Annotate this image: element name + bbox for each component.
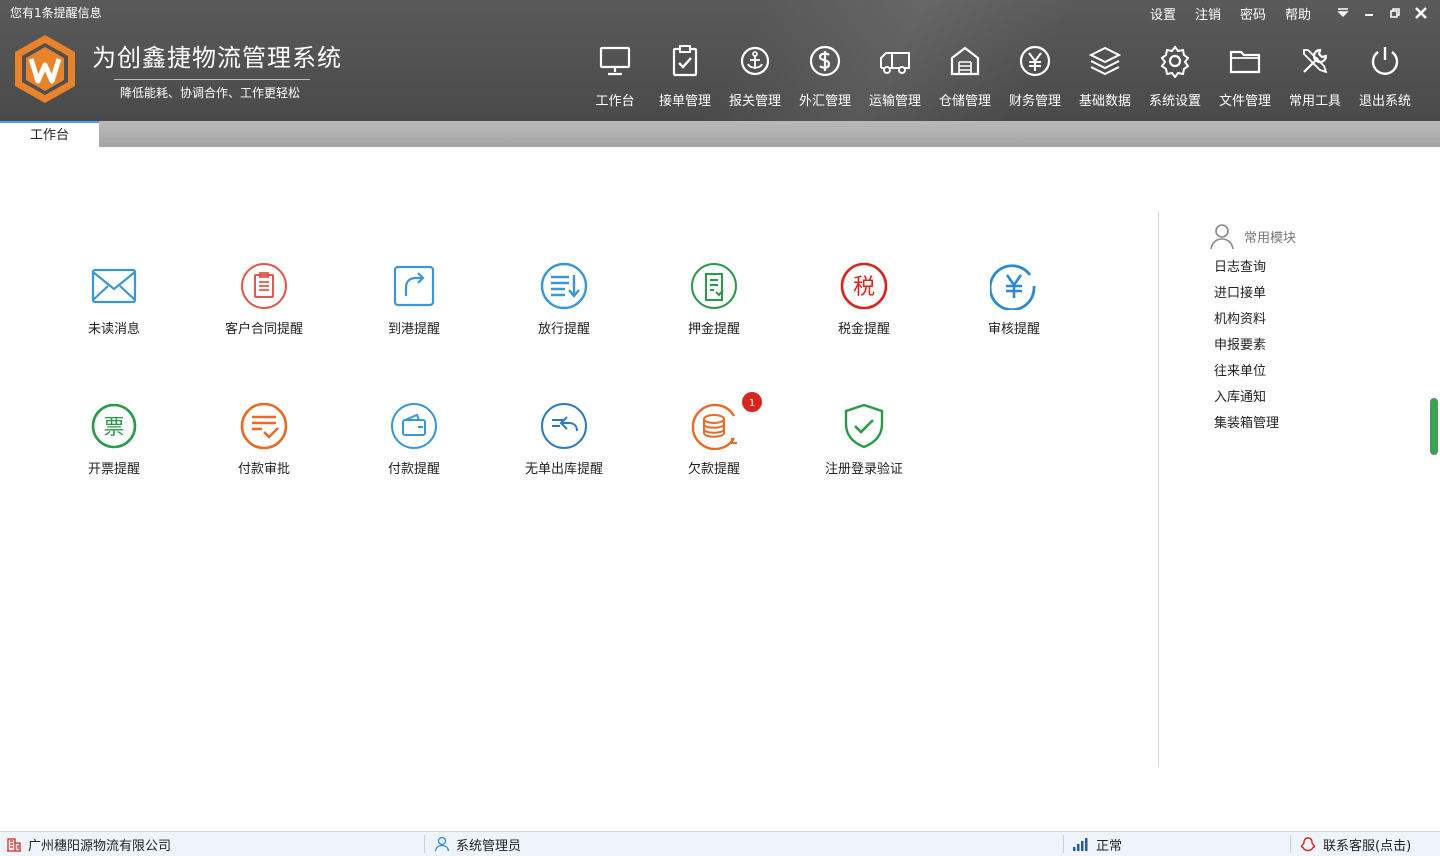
reminder-arrears[interactable]: 1 欠款提醒 xyxy=(654,390,774,482)
reminder-tax[interactable]: 税 税金提醒 xyxy=(804,262,924,342)
outbound-icon xyxy=(541,403,587,449)
user-icon xyxy=(1210,224,1234,250)
layers-icon xyxy=(1088,46,1122,76)
common-modules-title: 常用模块 xyxy=(1244,230,1297,246)
shortcut-log-query[interactable]: 日志查询 xyxy=(1214,258,1279,284)
shortcut-import-order[interactable]: 进口接单 xyxy=(1214,284,1279,310)
status-user: 系统管理员 xyxy=(434,832,521,856)
help-link[interactable]: 帮助 xyxy=(1285,4,1311,23)
deposit-icon xyxy=(691,263,737,309)
svg-text:税: 税 xyxy=(853,275,875,300)
app-title: 为创鑫捷物流管理系统 xyxy=(92,44,342,72)
status-contact-support[interactable]: 联系客服(点击) xyxy=(1299,832,1411,856)
close-icon[interactable] xyxy=(1408,2,1434,24)
tab-bar: 工作台 xyxy=(0,121,1440,147)
shield-check-icon xyxy=(844,403,884,449)
reminder-arrival[interactable]: 到港提醒 xyxy=(354,262,474,342)
nav-forex-management[interactable]: 外汇管理 xyxy=(790,38,860,114)
status-company: 广州穗阳源物流有限公司 xyxy=(6,832,171,856)
nav-transport-management[interactable]: 运输管理 xyxy=(860,38,930,114)
title-divider xyxy=(114,79,310,80)
settings-link[interactable]: 设置 xyxy=(1150,4,1176,23)
nav-warehouse-management[interactable]: 仓储管理 xyxy=(930,38,1000,114)
status-separator xyxy=(1063,835,1064,853)
reminder-payment-approval[interactable]: 付款审批 xyxy=(204,402,324,482)
arrears-count-badge: 1 xyxy=(740,390,764,414)
top-links: 设置 注销 密码 帮助 xyxy=(1150,2,1440,24)
status-separator xyxy=(424,835,425,853)
tab-workbench[interactable]: 工作台 xyxy=(0,121,99,147)
reminder-unread-messages[interactable]: 未读消息 xyxy=(54,262,174,342)
truck-icon xyxy=(880,52,910,74)
shortcut-declaration-elements[interactable]: 申报要素 xyxy=(1214,336,1279,362)
logout-link[interactable]: 注销 xyxy=(1195,4,1221,23)
coins-icon xyxy=(691,403,737,451)
restore-icon[interactable] xyxy=(1382,2,1408,24)
tools-icon xyxy=(1303,48,1328,74)
reminder-release[interactable]: 放行提醒 xyxy=(504,262,624,342)
svg-text:票: 票 xyxy=(104,415,125,439)
mail-icon xyxy=(91,268,137,304)
reminder-registration-verify[interactable]: 注册登录验证 xyxy=(804,402,924,482)
module-nav: 工作台 接单管理 报关管理 外汇管理 运输管理 仓储管理 财务管理 基础数据 系… xyxy=(580,38,1420,114)
common-modules-header: 常用模块 xyxy=(1208,222,1296,250)
clipboard-check-icon xyxy=(672,45,698,77)
status-bar: 广州穗阳源物流有限公司 系统管理员 正常 联系客服(点击) xyxy=(0,831,1440,856)
nav-customs-management[interactable]: 报关管理 xyxy=(720,38,790,114)
nav-base-data[interactable]: 基础数据 xyxy=(1070,38,1140,114)
reminder-invoice[interactable]: 票 开票提醒 xyxy=(54,402,174,482)
reminder-customer-contract[interactable]: 客户合同提醒 xyxy=(204,262,324,342)
release-icon xyxy=(540,262,588,310)
nav-system-settings[interactable]: 系统设置 xyxy=(1140,38,1210,114)
app-subtitle: 降低能耗、协调合作、工作更轻松 xyxy=(120,86,301,100)
reminder-notice[interactable]: 您有1条提醒信息 xyxy=(10,4,102,21)
reminder-payment[interactable]: 付款提醒 xyxy=(354,402,474,482)
reminder-no-order-outbound[interactable]: 无单出库提醒 xyxy=(504,402,624,482)
user-icon xyxy=(434,836,450,852)
common-modules-list: 日志查询 进口接单 机构资料 申报要素 往来单位 入库通知 集装箱管理 xyxy=(1214,258,1279,440)
scrollbar-thumb[interactable] xyxy=(1430,398,1438,455)
yen-icon xyxy=(988,264,1036,312)
arrival-icon xyxy=(393,265,435,307)
clipboard-icon xyxy=(241,263,287,309)
nav-finance-management[interactable]: 财务管理 xyxy=(1000,38,1070,114)
app-header: 您有1条提醒信息 设置 注销 密码 帮助 为创鑫捷物流管理系统 降低能耗、协调合… xyxy=(0,0,1440,121)
dollar-icon xyxy=(809,45,841,77)
invoice-icon: 票 xyxy=(91,403,137,449)
yen-icon xyxy=(1019,45,1051,77)
nav-exit-system[interactable]: 退出系统 xyxy=(1350,38,1420,114)
monitor-icon xyxy=(599,46,631,76)
anchor-icon xyxy=(740,46,770,76)
nav-workbench[interactable]: 工作台 xyxy=(580,38,650,114)
app-logo-icon xyxy=(12,33,78,105)
gear-icon xyxy=(1160,45,1190,78)
support-icon xyxy=(1300,837,1316,852)
building-icon xyxy=(7,838,21,852)
shortcut-org-info[interactable]: 机构资料 xyxy=(1214,310,1279,336)
reminder-deposit[interactable]: 押金提醒 xyxy=(654,262,774,342)
signal-icon xyxy=(1073,838,1088,851)
shortcut-partners[interactable]: 往来单位 xyxy=(1214,362,1279,388)
status-separator xyxy=(1290,835,1291,853)
panel-divider xyxy=(1158,212,1159,767)
dropdown-icon[interactable] xyxy=(1330,2,1356,24)
shortcut-container-management[interactable]: 集装箱管理 xyxy=(1214,414,1279,440)
shortcut-inbound-notice[interactable]: 入库通知 xyxy=(1214,388,1279,414)
wallet-icon xyxy=(391,403,437,449)
minimize-icon[interactable] xyxy=(1356,2,1382,24)
password-link[interactable]: 密码 xyxy=(1240,4,1266,23)
reminder-audit[interactable]: 审核提醒 xyxy=(954,262,1074,342)
payment-approval-icon xyxy=(240,402,288,450)
nav-common-tools[interactable]: 常用工具 xyxy=(1280,38,1350,114)
nav-order-management[interactable]: 接单管理 xyxy=(650,38,720,114)
tax-icon: 税 xyxy=(840,262,888,310)
nav-file-management[interactable]: 文件管理 xyxy=(1210,38,1280,114)
power-icon xyxy=(1371,47,1399,75)
warehouse-icon xyxy=(950,46,980,76)
folder-icon xyxy=(1229,50,1261,74)
status-network: 正常 xyxy=(1072,832,1122,856)
